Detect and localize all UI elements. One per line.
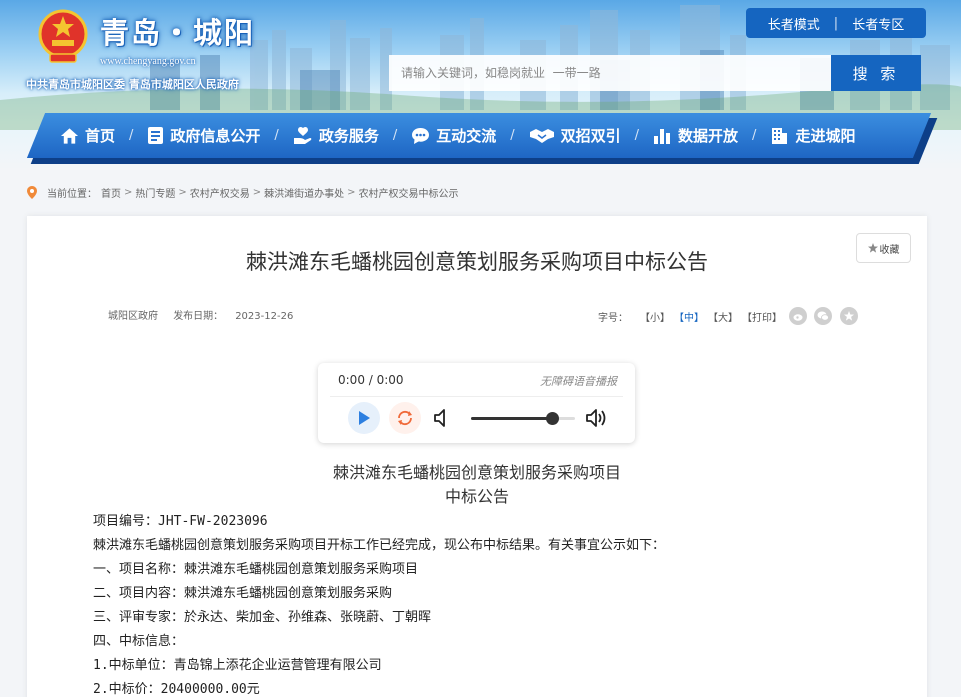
- star-icon: [844, 311, 854, 321]
- elder-mode-link[interactable]: 长者模式: [768, 14, 820, 33]
- doc-intro: 棘洪滩东毛蟠桃园创意策划服务采购项目开标工作已经完成，现公布中标结果。有关事宜公…: [93, 538, 666, 553]
- nav-item-open-data[interactable]: 数据开放: [653, 125, 738, 146]
- volume-fill: [471, 417, 553, 420]
- share-favorite-button[interactable]: [840, 307, 858, 325]
- share-wechat-button[interactable]: [814, 307, 832, 325]
- font-small-button[interactable]: 【小】: [640, 309, 670, 324]
- nav-item-services[interactable]: 政务服务: [293, 125, 379, 146]
- article-source: 城阳区政府: [108, 311, 158, 322]
- accessibility-voice-label: 无障碍语音播报: [540, 375, 617, 388]
- breadcrumb-separator: >: [178, 187, 187, 198]
- article-meta: 城阳区政府 发布日期： 2023-12-26: [108, 307, 293, 322]
- breadcrumb-item[interactable]: 农村产权交易: [190, 185, 250, 200]
- nav-separator: /: [129, 128, 134, 143]
- home-icon: [60, 127, 79, 144]
- nav-label: 数据开放: [678, 127, 739, 145]
- nav-separator: /: [510, 128, 515, 143]
- nav-item-gov-info[interactable]: 政府信息公开: [147, 125, 260, 146]
- doc-heading-line1: 棘洪滩东毛蟠桃园创意策划服务采购项目: [332, 463, 621, 482]
- hand-heart-icon: [293, 126, 312, 144]
- breadcrumb-separator: >: [347, 187, 356, 198]
- article-title: 棘洪滩东毛蟠桃园创意策划服务采购项目中标公告: [246, 250, 708, 274]
- publish-label: 发布日期：: [173, 311, 224, 322]
- volume-high-icon[interactable]: [585, 408, 609, 428]
- font-large-button[interactable]: 【大】: [708, 309, 738, 324]
- doc-project-name: 一、项目名称：棘洪滩东毛蟠桃园创意策划服务采购项目: [93, 562, 419, 577]
- search-input[interactable]: [389, 55, 831, 91]
- nav-label: 互动交流: [436, 127, 497, 145]
- font-size-controls: 字号： 【小】 【中】 【大】 【打印】: [598, 309, 782, 324]
- player-divider: [330, 396, 623, 397]
- breadcrumb-separator: >: [124, 187, 133, 198]
- location-pin-icon: [27, 186, 37, 199]
- breadcrumb-item[interactable]: 热门专题: [135, 185, 175, 200]
- nav-separator: /: [392, 128, 398, 143]
- search-bar: 搜 索: [389, 55, 921, 91]
- audio-player: 0:00 / 0:00 无障碍语音播报: [318, 363, 635, 443]
- doc-winner-info-heading: 四、中标信息：: [93, 634, 185, 649]
- doc-winner-company: 1.中标单位：青岛锦上添花企业运营管理有限公司: [93, 658, 382, 673]
- volume-slider[interactable]: [471, 412, 575, 425]
- nav-separator: /: [752, 128, 757, 143]
- elder-mode-bar: 长者模式 | 长者专区: [746, 8, 926, 38]
- play-icon: [359, 411, 370, 425]
- volume-low-icon[interactable]: [433, 408, 451, 428]
- breadcrumb-separator: >: [252, 187, 262, 198]
- nav-label: 走进城阳: [795, 127, 856, 145]
- play-button[interactable]: [348, 402, 380, 434]
- doc-winner-price: 2.中标价：20400000.00元: [93, 682, 260, 697]
- font-size-label: 字号：: [598, 313, 628, 324]
- doc-project-number: 项目编号：JHT-FW-2023096: [93, 514, 268, 529]
- wechat-icon: [817, 311, 829, 321]
- nav-label: 政府信息公开: [170, 127, 261, 145]
- breadcrumb-prefix: 当前位置：: [47, 189, 97, 200]
- breadcrumb: 当前位置： 首页 > 热门专题 > 农村产权交易 > 棘洪滩街道办事处 > 农村…: [27, 185, 459, 200]
- nav-label: 首页: [85, 127, 116, 145]
- site-title: 青岛・城阳: [100, 16, 256, 50]
- nav-items: 首页 / 政府信息公开 / 政务服务 / 互动交流 / 双招双引 / 数据开放 …: [60, 113, 920, 158]
- nav-item-home[interactable]: 首页: [60, 125, 115, 146]
- weibo-icon: [793, 313, 802, 321]
- article-card: 收藏 棘洪滩东毛蟠桃园创意策划服务采购项目中标公告 城阳区政府 发布日期： 202…: [27, 216, 927, 697]
- site-url: www.chengyang.gov.cn: [100, 56, 196, 67]
- nav-label: 政务服务: [318, 127, 379, 145]
- handshake-icon: [529, 129, 554, 143]
- search-button[interactable]: 搜 索: [831, 55, 921, 91]
- document-icon: [148, 127, 164, 144]
- publish-date: 2023-12-26: [235, 311, 294, 322]
- elder-zone-link[interactable]: 长者专区: [852, 14, 904, 33]
- breadcrumb-item[interactable]: 首页: [101, 185, 121, 200]
- site-subtitle: 中共青岛市城阳区委 青岛市城阳区人民政府: [26, 78, 239, 91]
- volume-knob[interactable]: [546, 412, 560, 425]
- audio-time: 0:00 / 0:00: [338, 373, 404, 387]
- nav-item-interaction[interactable]: 互动交流: [411, 125, 496, 146]
- nav-separator: /: [274, 128, 279, 143]
- national-emblem-icon: [38, 9, 88, 63]
- bar-chart-icon: [654, 128, 671, 144]
- loop-button[interactable]: [389, 402, 421, 434]
- doc-heading-line2: 中标公告: [444, 487, 509, 506]
- nav-label: 双招双引: [560, 127, 621, 145]
- elder-separator: |: [833, 15, 839, 31]
- doc-project-content: 二、项目内容：棘洪滩东毛蟠桃园创意策划服务采购: [93, 586, 393, 601]
- chat-icon: [412, 127, 430, 144]
- building-icon: [772, 128, 788, 144]
- nav-item-about-city[interactable]: 走进城阳: [770, 125, 855, 146]
- breadcrumb-item[interactable]: 农村产权交易中标公示: [359, 185, 459, 200]
- nav-item-investment[interactable]: 双招双引: [529, 125, 621, 146]
- breadcrumb-item[interactable]: 棘洪滩街道办事处: [264, 185, 344, 200]
- doc-experts: 三、评审专家：於永达、柴加金、孙维森、张晓蔚、丁朝晖: [93, 610, 432, 625]
- nav-separator: /: [634, 128, 640, 143]
- loop-icon: [398, 410, 412, 426]
- share-weibo-button[interactable]: [789, 307, 807, 325]
- print-button[interactable]: 【打印】: [742, 309, 782, 324]
- font-medium-button[interactable]: 【中】: [674, 309, 704, 324]
